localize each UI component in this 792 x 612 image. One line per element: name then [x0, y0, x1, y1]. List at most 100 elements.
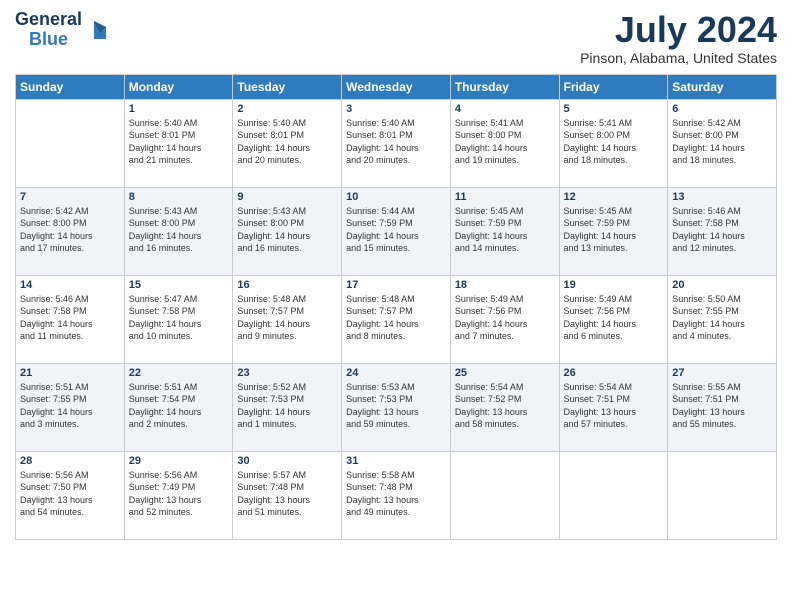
- calendar-cell: 12 Sunrise: 5:45 AM Sunset: 7:59 PM Dayli…: [559, 187, 668, 275]
- day-info: Sunrise: 5:42 AM Sunset: 8:00 PM Dayligh…: [672, 117, 772, 167]
- calendar-cell: 7 Sunrise: 5:42 AM Sunset: 8:00 PM Daylig…: [16, 187, 125, 275]
- calendar-cell: 28Sunrise: 5:56 AM Sunset: 7:50 PM Dayli…: [16, 451, 125, 539]
- day-info: Sunrise: 5:40 AM Sunset: 8:01 PM Dayligh…: [129, 117, 229, 167]
- day-info: Sunrise: 5:57 AM Sunset: 7:48 PM Dayligh…: [237, 469, 337, 519]
- day-info: Sunrise: 5:44 AM Sunset: 7:59 PM Dayligh…: [346, 205, 446, 255]
- day-info: Sunrise: 5:46 AM Sunset: 7:58 PM Dayligh…: [20, 293, 120, 343]
- day-info: Sunrise: 5:42 AM Sunset: 8:00 PM Dayligh…: [20, 205, 120, 255]
- day-info: Sunrise: 5:51 AM Sunset: 7:55 PM Dayligh…: [20, 381, 120, 431]
- weekday-header-row: SundayMondayTuesdayWednesdayThursdayFrid…: [16, 74, 777, 99]
- day-info: Sunrise: 5:48 AM Sunset: 7:57 PM Dayligh…: [237, 293, 337, 343]
- day-info: Sunrise: 5:56 AM Sunset: 7:49 PM Dayligh…: [129, 469, 229, 519]
- calendar-week-row: 7 Sunrise: 5:42 AM Sunset: 8:00 PM Daylig…: [16, 187, 777, 275]
- calendar-cell: 26 Sunrise: 5:54 AM Sunset: 7:51 PM Dayli…: [559, 363, 668, 451]
- day-info: Sunrise: 5:55 AM Sunset: 7:51 PM Dayligh…: [672, 381, 772, 431]
- calendar-week-row: 1Sunrise: 5:40 AM Sunset: 8:01 PM Daylig…: [16, 99, 777, 187]
- header: General Blue July 2024 Pinson, Alabama, …: [15, 10, 777, 66]
- weekday-header: Wednesday: [342, 74, 451, 99]
- day-number: 11: [455, 191, 555, 203]
- day-info: Sunrise: 5:58 AM Sunset: 7:48 PM Dayligh…: [346, 469, 446, 519]
- calendar-cell: 20Sunrise: 5:50 AM Sunset: 7:55 PM Dayli…: [668, 275, 777, 363]
- day-number: 2: [237, 103, 337, 115]
- logo-icon: [86, 19, 108, 41]
- calendar-cell: 3 Sunrise: 5:40 AM Sunset: 8:01 PM Daylig…: [342, 99, 451, 187]
- calendar-cell: 11Sunrise: 5:45 AM Sunset: 7:59 PM Dayli…: [450, 187, 559, 275]
- day-number: 4: [455, 103, 555, 115]
- day-info: Sunrise: 5:53 AM Sunset: 7:53 PM Dayligh…: [346, 381, 446, 431]
- calendar-cell: [559, 451, 668, 539]
- calendar-cell: 18 Sunrise: 5:49 AM Sunset: 7:56 PM Dayli…: [450, 275, 559, 363]
- day-number: 12: [564, 191, 664, 203]
- day-number: 25: [455, 367, 555, 379]
- day-number: 9: [237, 191, 337, 203]
- day-number: 18: [455, 279, 555, 291]
- day-number: 31: [346, 455, 446, 467]
- calendar-cell: 4 Sunrise: 5:41 AM Sunset: 8:00 PM Daylig…: [450, 99, 559, 187]
- day-number: 13: [672, 191, 772, 203]
- day-info: Sunrise: 5:52 AM Sunset: 7:53 PM Dayligh…: [237, 381, 337, 431]
- day-info: Sunrise: 5:46 AM Sunset: 7:58 PM Dayligh…: [672, 205, 772, 255]
- calendar-cell: 27Sunrise: 5:55 AM Sunset: 7:51 PM Dayli…: [668, 363, 777, 451]
- calendar-cell: 24Sunrise: 5:53 AM Sunset: 7:53 PM Dayli…: [342, 363, 451, 451]
- day-number: 23: [237, 367, 337, 379]
- weekday-header: Tuesday: [233, 74, 342, 99]
- day-info: Sunrise: 5:51 AM Sunset: 7:54 PM Dayligh…: [129, 381, 229, 431]
- day-number: 21: [20, 367, 120, 379]
- calendar-cell: [450, 451, 559, 539]
- calendar-cell: 1Sunrise: 5:40 AM Sunset: 8:01 PM Daylig…: [124, 99, 233, 187]
- day-number: 10: [346, 191, 446, 203]
- calendar-cell: 30 Sunrise: 5:57 AM Sunset: 7:48 PM Dayli…: [233, 451, 342, 539]
- calendar-cell: 6 Sunrise: 5:42 AM Sunset: 8:00 PM Daylig…: [668, 99, 777, 187]
- calendar-cell: 17Sunrise: 5:48 AM Sunset: 7:57 PM Dayli…: [342, 275, 451, 363]
- day-info: Sunrise: 5:56 AM Sunset: 7:50 PM Dayligh…: [20, 469, 120, 519]
- weekday-header: Sunday: [16, 74, 125, 99]
- calendar-cell: 2Sunrise: 5:40 AM Sunset: 8:01 PM Daylig…: [233, 99, 342, 187]
- logo: General Blue: [15, 10, 108, 50]
- calendar-cell: 25 Sunrise: 5:54 AM Sunset: 7:52 PM Dayli…: [450, 363, 559, 451]
- calendar-cell: 19 Sunrise: 5:49 AM Sunset: 7:56 PM Dayli…: [559, 275, 668, 363]
- day-info: Sunrise: 5:41 AM Sunset: 8:00 PM Dayligh…: [455, 117, 555, 167]
- subtitle: Pinson, Alabama, United States: [580, 50, 777, 66]
- day-info: Sunrise: 5:54 AM Sunset: 7:51 PM Dayligh…: [564, 381, 664, 431]
- weekday-header: Saturday: [668, 74, 777, 99]
- day-number: 7: [20, 191, 120, 203]
- calendar-cell: 10 Sunrise: 5:44 AM Sunset: 7:59 PM Dayli…: [342, 187, 451, 275]
- day-number: 30: [237, 455, 337, 467]
- day-number: 20: [672, 279, 772, 291]
- day-info: Sunrise: 5:54 AM Sunset: 7:52 PM Dayligh…: [455, 381, 555, 431]
- calendar-cell: 23 Sunrise: 5:52 AM Sunset: 7:53 PM Dayli…: [233, 363, 342, 451]
- day-number: 19: [564, 279, 664, 291]
- calendar-cell: 9 Sunrise: 5:43 AM Sunset: 8:00 PM Daylig…: [233, 187, 342, 275]
- main-title: July 2024: [580, 10, 777, 50]
- day-info: Sunrise: 5:49 AM Sunset: 7:56 PM Dayligh…: [455, 293, 555, 343]
- day-number: 6: [672, 103, 772, 115]
- day-number: 14: [20, 279, 120, 291]
- day-info: Sunrise: 5:43 AM Sunset: 8:00 PM Dayligh…: [237, 205, 337, 255]
- day-info: Sunrise: 5:47 AM Sunset: 7:58 PM Dayligh…: [129, 293, 229, 343]
- calendar-cell: 14 Sunrise: 5:46 AM Sunset: 7:58 PM Dayli…: [16, 275, 125, 363]
- calendar-cell: 13 Sunrise: 5:46 AM Sunset: 7:58 PM Dayli…: [668, 187, 777, 275]
- day-info: Sunrise: 5:48 AM Sunset: 7:57 PM Dayligh…: [346, 293, 446, 343]
- calendar-cell: 16 Sunrise: 5:48 AM Sunset: 7:57 PM Dayli…: [233, 275, 342, 363]
- day-number: 15: [129, 279, 229, 291]
- logo-blue: Blue: [29, 30, 68, 50]
- weekday-header: Monday: [124, 74, 233, 99]
- day-info: Sunrise: 5:40 AM Sunset: 8:01 PM Dayligh…: [346, 117, 446, 167]
- calendar-cell: [668, 451, 777, 539]
- calendar-cell: 8Sunrise: 5:43 AM Sunset: 8:00 PM Daylig…: [124, 187, 233, 275]
- day-number: 3: [346, 103, 446, 115]
- weekday-header: Thursday: [450, 74, 559, 99]
- title-block: July 2024 Pinson, Alabama, United States: [580, 10, 777, 66]
- calendar-cell: 22Sunrise: 5:51 AM Sunset: 7:54 PM Dayli…: [124, 363, 233, 451]
- calendar-cell: 29 Sunrise: 5:56 AM Sunset: 7:49 PM Dayli…: [124, 451, 233, 539]
- day-info: Sunrise: 5:49 AM Sunset: 7:56 PM Dayligh…: [564, 293, 664, 343]
- day-number: 16: [237, 279, 337, 291]
- day-info: Sunrise: 5:45 AM Sunset: 7:59 PM Dayligh…: [564, 205, 664, 255]
- day-number: 8: [129, 191, 229, 203]
- calendar-table: SundayMondayTuesdayWednesdayThursdayFrid…: [15, 74, 777, 540]
- day-info: Sunrise: 5:41 AM Sunset: 8:00 PM Dayligh…: [564, 117, 664, 167]
- calendar-week-row: 28Sunrise: 5:56 AM Sunset: 7:50 PM Dayli…: [16, 451, 777, 539]
- day-number: 26: [564, 367, 664, 379]
- day-number: 29: [129, 455, 229, 467]
- calendar-cell: 15 Sunrise: 5:47 AM Sunset: 7:58 PM Dayli…: [124, 275, 233, 363]
